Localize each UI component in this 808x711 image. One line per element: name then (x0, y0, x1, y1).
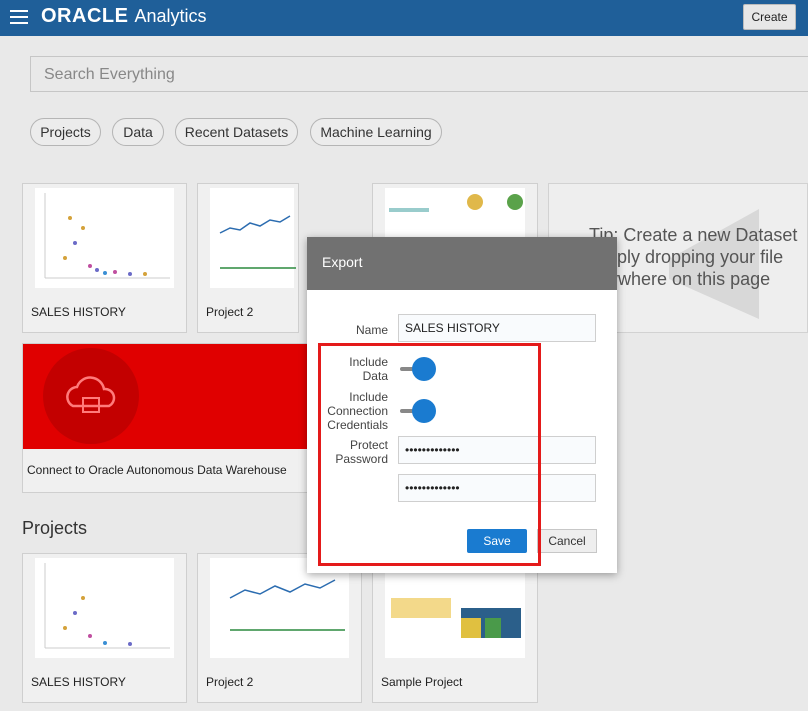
highlight-box (318, 343, 541, 566)
card-label: Sample Project (381, 675, 463, 689)
dialog-title: Export (322, 254, 363, 270)
top-bar: ORACLE Analytics Create (0, 0, 808, 36)
card-label: SALES HISTORY (31, 675, 126, 689)
product-name: Analytics (134, 6, 207, 26)
scatter-thumbnail (35, 188, 174, 288)
brand-name: ORACLE (41, 5, 129, 27)
scatter-thumbnail (35, 558, 174, 658)
card-label: SALES HISTORY (31, 305, 126, 319)
project-card-project-2[interactable]: Project 2 (197, 553, 362, 703)
search-input[interactable]: Search Everything (30, 56, 808, 92)
filter-chip-projects[interactable]: Projects (30, 118, 101, 146)
line-chart-thumbnail (210, 558, 349, 658)
projects-section-title: Projects (22, 518, 88, 538)
name-label: Name (355, 323, 388, 337)
tip-line: anywhere on this page (589, 269, 771, 289)
dialog-header: Export (307, 237, 617, 290)
card-label: Connect to Oracle Autonomous Data Wareho… (27, 463, 287, 477)
project-card-sales-history[interactable]: SALES HISTORY (22, 553, 187, 703)
connect-adw-card[interactable]: Connect to Oracle Autonomous Data Wareho… (22, 343, 309, 493)
tip-line: Tip: Create a new Dataset (589, 225, 798, 245)
name-field[interactable]: SALES HISTORY (398, 314, 596, 342)
dashboard-thumbnail (385, 188, 525, 240)
project-card-sample-project[interactable]: Sample Project (372, 553, 538, 703)
menu-icon[interactable] (10, 10, 28, 24)
create-button[interactable]: Create (743, 4, 796, 30)
brand-logo: ORACLE Analytics (41, 5, 206, 28)
filter-chip-recent-datasets[interactable]: Recent Datasets (175, 118, 298, 146)
dashboard-thumbnail (385, 558, 525, 658)
search-placeholder: Search Everything (44, 66, 175, 83)
line-chart-thumbnail (210, 188, 296, 288)
filter-chip-data[interactable]: Data (112, 118, 164, 146)
cancel-button[interactable]: Cancel (537, 529, 597, 553)
tip-line: simply dropping your file (589, 247, 784, 267)
cloud-database-icon (66, 376, 116, 413)
card-label: Project 2 (206, 675, 254, 689)
recent-card-sample[interactable] (372, 183, 538, 243)
recent-card-sales-history[interactable]: SALES HISTORY (22, 183, 187, 333)
tip-text: Tip: Create a new Dataset simply droppin… (589, 224, 797, 290)
filter-chip-machine-learning[interactable]: Machine Learning (310, 118, 442, 146)
adw-circle (43, 348, 139, 444)
recent-card-project-2[interactable]: Project 2 (197, 183, 299, 333)
card-label: Project 2 (206, 305, 254, 319)
